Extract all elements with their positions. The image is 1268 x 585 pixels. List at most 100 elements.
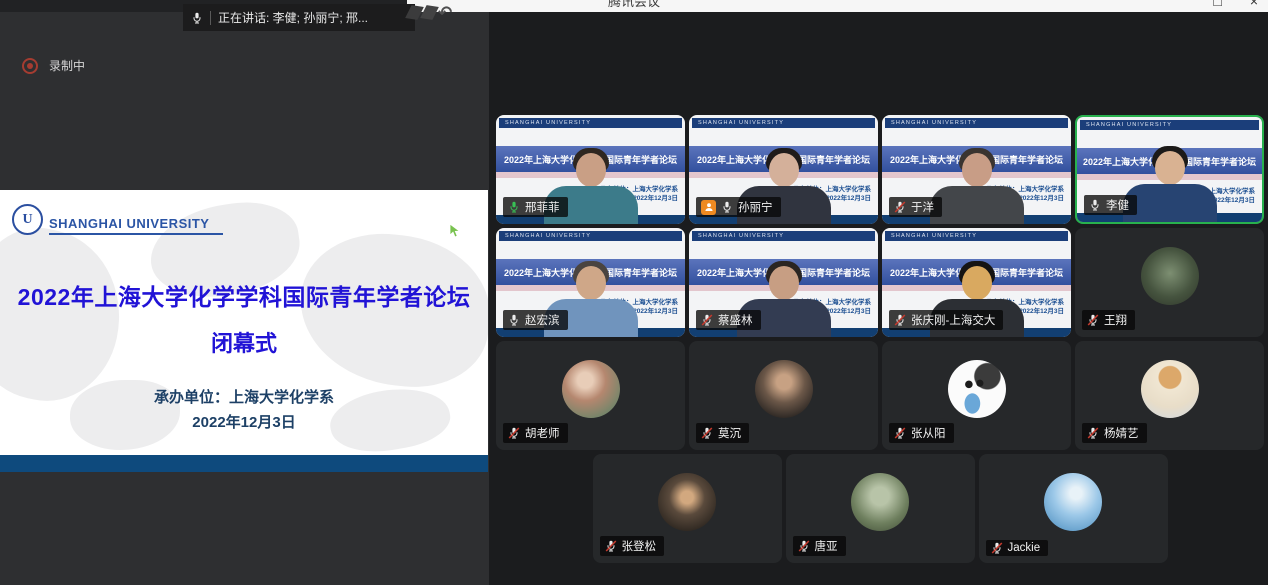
grid-row: SHANGHAI UNIVERSITY 2022年上海大学化学学科国际青年学者论…	[496, 115, 1264, 224]
toolbar-divider	[210, 11, 211, 25]
silhouette-head	[576, 266, 606, 300]
grid-row: 胡老师 莫沉 张从阳	[496, 341, 1264, 450]
mic-icon	[1089, 199, 1101, 211]
participant-name-label: 杨婧艺	[1082, 423, 1147, 443]
participant-name-label: 王翔	[1082, 310, 1135, 330]
microphone-icon	[191, 12, 203, 24]
participant-name: 于洋	[911, 199, 934, 215]
participant-name: 莫沉	[718, 425, 741, 441]
mic-icon	[894, 314, 906, 326]
vb-header-bar: SHANGHAI UNIVERSITY	[692, 118, 875, 128]
mic-icon	[894, 201, 906, 213]
slide-title: 2022年上海大学化学学科国际青年学者论坛	[0, 278, 488, 312]
participant-name-label: 李健	[1084, 195, 1137, 215]
silhouette-head	[769, 266, 799, 300]
participant-tile[interactable]: SHANGHAI UNIVERSITY 2022年上海大学化学学科国际青年学者论…	[1075, 115, 1264, 224]
slide-date: 2022年12月3日	[0, 411, 488, 432]
vb-header-bar: SHANGHAI UNIVERSITY	[692, 231, 875, 241]
participant-name: 张登松	[622, 538, 657, 554]
recording-label: 录制中	[49, 57, 85, 74]
participant-name-label: 邢菲菲	[503, 197, 568, 217]
silhouette-head	[962, 153, 992, 187]
participant-tile[interactable]: SHANGHAI UNIVERSITY 2022年上海大学化学学科国际青年学者论…	[496, 115, 685, 224]
participant-name: 张庆刚-上海交大	[911, 312, 995, 328]
university-name: SHANGHAI UNIVERSITY	[49, 216, 223, 235]
participant-name-label: 胡老师	[503, 423, 568, 443]
participant-avatar	[948, 360, 1006, 418]
participant-avatar	[562, 360, 620, 418]
participant-tile[interactable]: SHANGHAI UNIVERSITY 2022年上海大学化学学科国际青年学者论…	[689, 115, 878, 224]
participant-avatar	[1141, 360, 1199, 418]
participant-name: 李健	[1106, 197, 1129, 213]
grid-row: SHANGHAI UNIVERSITY 2022年上海大学化学学科国际青年学者论…	[496, 228, 1264, 337]
maximize-icon[interactable]: □	[1213, 0, 1221, 9]
participant-tile[interactable]: SHANGHAI UNIVERSITY 2022年上海大学化学学科国际青年学者论…	[689, 228, 878, 337]
recording-indicator: 录制中	[22, 57, 85, 74]
mic-icon	[991, 542, 1003, 554]
participant-name: 杨婧艺	[1104, 425, 1139, 441]
participant-name: 邢菲菲	[525, 199, 560, 215]
participant-name: 张从阳	[911, 425, 946, 441]
watermark-icons: ↶	[408, 6, 452, 19]
vb-header-bar: SHANGHAI UNIVERSITY	[1080, 120, 1259, 130]
participant-tile[interactable]: Jackie	[979, 454, 1168, 563]
speaking-label: 正在讲话: 李健; 孙丽宁; 邢...	[218, 9, 368, 26]
participant-name-label: 张登松	[600, 536, 665, 556]
participant-name: 胡老师	[525, 425, 560, 441]
participant-tile[interactable]: 王翔	[1075, 228, 1264, 337]
speaking-indicator-toolbar[interactable]: 正在讲话: 李健; 孙丽宁; 邢...	[183, 4, 415, 31]
silhouette-head	[1155, 151, 1185, 185]
slide-organizer: 承办单位：上海大学化学系	[0, 386, 488, 407]
participant-name: 蔡盛林	[718, 312, 753, 328]
participant-name-label: 张庆刚-上海交大	[889, 310, 1003, 330]
participant-name-label: 于洋	[889, 197, 942, 217]
participant-tile[interactable]: 张从阳	[882, 341, 1071, 450]
participant-name-label: 唐亚	[793, 536, 846, 556]
participant-name-label: 赵宏滨	[503, 310, 568, 330]
presentation-slide: U SHANGHAI UNIVERSITY 2022年上海大学化学学科国际青年学…	[0, 190, 488, 455]
participant-tile[interactable]: 张登松	[593, 454, 782, 563]
participant-name: 赵宏滨	[525, 312, 560, 328]
silhouette-head	[769, 153, 799, 187]
mic-icon	[798, 540, 810, 552]
silhouette-head	[576, 153, 606, 187]
participant-name: 孙丽宁	[738, 199, 773, 215]
participant-tile[interactable]: 莫沉	[689, 341, 878, 450]
participant-tile[interactable]: 胡老师	[496, 341, 685, 450]
video-grid-pane: SHANGHAI UNIVERSITY 2022年上海大学化学学科国际青年学者论…	[489, 12, 1268, 585]
mic-icon	[605, 540, 617, 552]
vb-header-bar: SHANGHAI UNIVERSITY	[885, 231, 1068, 241]
participant-tile[interactable]: SHANGHAI UNIVERSITY 2022年上海大学化学学科国际青年学者论…	[882, 115, 1071, 224]
participant-tile[interactable]: 唐亚	[786, 454, 975, 563]
shared-screen-pane: 录制中 U SHANGHAI UNIVERSITY 2022年上海大学化学学科国…	[0, 12, 489, 585]
vb-header-bar: SHANGHAI UNIVERSITY	[499, 231, 682, 241]
silhouette-torso	[930, 186, 1024, 224]
mic-icon	[721, 201, 733, 213]
mic-icon	[508, 427, 520, 439]
member-badge-icon	[701, 200, 716, 215]
participant-avatar	[1044, 473, 1102, 531]
participant-tile[interactable]: SHANGHAI UNIVERSITY 2022年上海大学化学学科国际青年学者论…	[496, 228, 685, 337]
mic-icon	[508, 314, 520, 326]
mic-icon	[508, 201, 520, 213]
participant-avatar	[1141, 247, 1199, 305]
vb-header-bar: SHANGHAI UNIVERSITY	[885, 118, 1068, 128]
window-controls: □ ×	[1213, 0, 1258, 9]
participant-avatar	[755, 360, 813, 418]
participant-tile[interactable]: 杨婧艺	[1075, 341, 1264, 450]
vb-header-bar: SHANGHAI UNIVERSITY	[499, 118, 682, 128]
mic-icon	[1087, 314, 1099, 326]
participant-name-label: Jackie	[986, 540, 1049, 556]
participant-avatar	[658, 473, 716, 531]
undo-arrow-icon: ↶	[438, 6, 452, 19]
participant-name-label: 莫沉	[696, 423, 749, 443]
participant-avatar	[851, 473, 909, 531]
tencent-meeting-window: 腾讯会议 □ × 正在讲话: 李健; 孙丽宁; 邢... ↶ 录制中	[0, 0, 1268, 585]
mic-icon	[894, 427, 906, 439]
grid-row: 张登松 唐亚 Jac	[496, 454, 1264, 563]
close-icon[interactable]: ×	[1250, 0, 1258, 9]
participant-tile[interactable]: SHANGHAI UNIVERSITY 2022年上海大学化学学科国际青年学者论…	[882, 228, 1071, 337]
mic-icon	[701, 427, 713, 439]
slide-subtitle: 闭幕式	[0, 326, 488, 358]
mic-icon	[701, 314, 713, 326]
